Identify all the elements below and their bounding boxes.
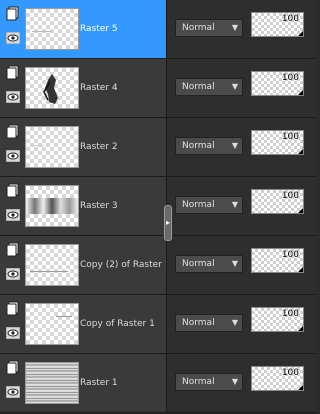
layer-name: Raster 2 [80, 142, 118, 152]
layer-properties: Normal ▼ 100 [166, 118, 317, 177]
layer-name: Raster 3 [80, 201, 118, 211]
opacity-value: 100 [281, 309, 299, 319]
chevron-down-icon: ▼ [231, 23, 238, 32]
layer-properties: Normal ▼ 100 [166, 295, 317, 354]
eye-icon[interactable] [6, 268, 20, 280]
blend-mode-value: Normal [182, 318, 215, 328]
blend-mode-dropdown[interactable]: Normal ▼ [175, 137, 243, 155]
layer-properties: Normal ▼ 100 [166, 0, 317, 59]
eye-icon[interactable] [6, 386, 20, 398]
blend-mode-value: Normal [182, 82, 215, 92]
layer-info[interactable]: Raster 4 [0, 59, 166, 118]
chevron-down-icon: ▼ [231, 141, 238, 150]
opacity-slider-icon[interactable] [298, 267, 303, 272]
raster-layer-icon [6, 242, 19, 257]
layer-properties: Normal ▼ 100 [166, 236, 317, 295]
blend-mode-dropdown[interactable]: Normal ▼ [175, 19, 243, 37]
eye-icon[interactable] [6, 150, 20, 162]
blend-mode-value: Normal [182, 23, 215, 33]
layer-info[interactable]: Copy (2) of Raster 1 [0, 236, 170, 295]
opacity-value: 100 [281, 132, 299, 142]
opacity-field[interactable]: 100 [251, 71, 304, 96]
blend-mode-dropdown[interactable]: Normal ▼ [175, 373, 243, 391]
layer-info[interactable]: Raster 1 [0, 354, 166, 413]
opacity-slider-icon[interactable] [298, 31, 303, 36]
opacity-slider-icon[interactable] [298, 385, 303, 390]
opacity-slider-icon[interactable] [298, 149, 303, 154]
opacity-value: 100 [281, 250, 299, 260]
blend-mode-dropdown[interactable]: Normal ▼ [175, 255, 243, 273]
eye-icon[interactable] [6, 32, 20, 44]
blend-mode-dropdown[interactable]: Normal ▼ [175, 314, 243, 332]
layer-thumbnail [25, 67, 79, 109]
layer-info[interactable]: Raster 2 [0, 118, 166, 177]
layer-name: Copy of Raster 1 [80, 319, 155, 329]
opacity-field[interactable]: 100 [251, 189, 304, 214]
blend-mode-value: Normal [182, 141, 215, 151]
layer-row[interactable]: Raster 1 Normal ▼ 100 [0, 354, 317, 413]
chevron-down-icon: ▼ [231, 318, 238, 327]
layer-row[interactable]: Raster 4 Normal ▼ 100 [0, 59, 317, 118]
layer-name: Copy (2) of Raster 1 [80, 260, 171, 270]
layer-row[interactable]: Raster 2 Normal ▼ 100 [0, 118, 317, 177]
layer-properties: Normal ▼ 100 [166, 354, 317, 413]
eye-icon[interactable] [6, 327, 20, 339]
layer-row[interactable]: Raster 5 Normal ▼ 100 [0, 0, 317, 59]
layer-thumbnail [25, 362, 79, 404]
layer-info[interactable]: Raster 3 [0, 177, 166, 236]
layer-name: Raster 5 [80, 24, 118, 34]
layer-row[interactable]: Copy of Raster 1 Normal ▼ 100 [0, 295, 317, 354]
blend-mode-dropdown[interactable]: Normal ▼ [175, 196, 243, 214]
opacity-slider-icon[interactable] [298, 326, 303, 331]
layer-thumbnail [25, 126, 79, 168]
layer-row[interactable]: Raster 3 Normal ▼ 100 [0, 177, 317, 236]
opacity-value: 100 [281, 368, 299, 378]
layer-info[interactable]: Raster 5 [0, 0, 166, 59]
opacity-field[interactable]: 100 [251, 366, 304, 391]
raster-layer-icon [6, 183, 19, 198]
layer-thumbnail [25, 244, 79, 286]
raster-layer-icon [6, 65, 19, 80]
layers-panel: Raster 5 Normal ▼ 100 Raster 4 Normal ▼ … [0, 0, 317, 414]
raster-layer-icon [6, 360, 19, 375]
opacity-field[interactable]: 100 [251, 12, 304, 37]
opacity-slider-icon[interactable] [298, 90, 303, 95]
layer-row[interactable]: Copy (2) of Raster 1 Normal ▼ 100 [0, 236, 317, 295]
chevron-down-icon: ▼ [231, 377, 238, 386]
blend-mode-dropdown[interactable]: Normal ▼ [175, 78, 243, 96]
eye-icon[interactable] [6, 91, 20, 103]
layer-properties: Normal ▼ 100 [166, 177, 317, 236]
chevron-down-icon: ▼ [231, 259, 238, 268]
layer-name: Raster 1 [80, 378, 118, 388]
opacity-field[interactable]: 100 [251, 130, 304, 155]
layer-info[interactable]: Copy of Raster 1 [0, 295, 166, 354]
opacity-value: 100 [281, 14, 299, 24]
opacity-slider-icon[interactable] [298, 208, 303, 213]
chevron-down-icon: ▼ [231, 82, 238, 91]
opacity-field[interactable]: 100 [251, 248, 304, 273]
raster-layer-icon [6, 6, 19, 21]
blend-mode-value: Normal [182, 377, 215, 387]
layer-thumbnail [25, 303, 79, 345]
eye-icon[interactable] [6, 209, 20, 221]
layer-name: Raster 4 [80, 83, 118, 93]
blend-mode-value: Normal [182, 200, 215, 210]
opacity-value: 100 [281, 73, 299, 83]
layer-thumbnail [25, 8, 79, 50]
panel-collapse-handle[interactable]: ▸ [164, 205, 172, 241]
opacity-value: 100 [281, 191, 299, 201]
layer-properties: Normal ▼ 100 [166, 59, 317, 118]
layer-thumbnail [25, 185, 79, 227]
raster-layer-icon [6, 301, 19, 316]
raster-layer-icon [6, 124, 19, 139]
chevron-down-icon: ▼ [231, 200, 238, 209]
opacity-field[interactable]: 100 [251, 307, 304, 332]
blend-mode-value: Normal [182, 259, 215, 269]
